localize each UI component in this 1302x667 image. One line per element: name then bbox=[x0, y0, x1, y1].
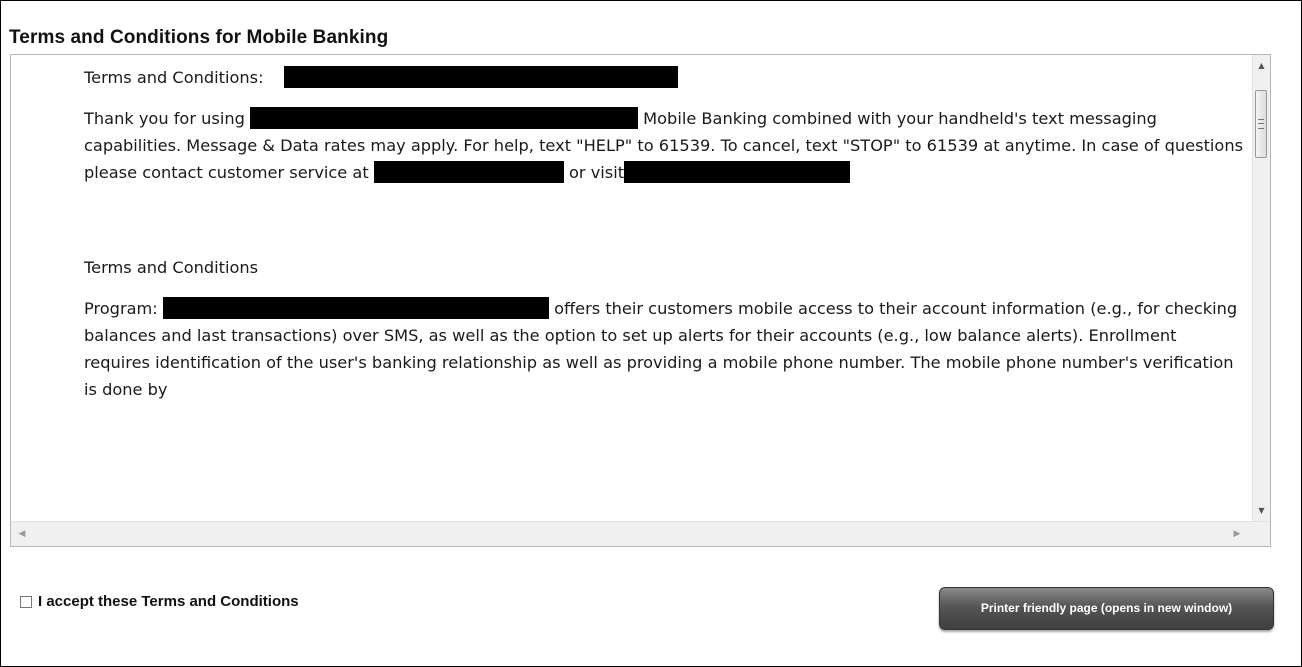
accept-terms-checkbox[interactable] bbox=[20, 595, 32, 608]
terms-content: Terms and Conditions: Thank you for usin… bbox=[11, 55, 1253, 521]
triangle-left-icon[interactable]: ◀ bbox=[15, 526, 29, 542]
terms-heading-prefix: Terms and Conditions: bbox=[84, 68, 264, 87]
vertical-scrollbar[interactable]: ▲ ▼ bbox=[1252, 55, 1270, 521]
triangle-up-icon[interactable]: ▲ bbox=[1253, 57, 1270, 74]
accept-terms-row[interactable]: I accept these Terms and Conditions bbox=[20, 593, 299, 610]
redacted-url bbox=[624, 161, 851, 183]
redacted-bank-name bbox=[284, 66, 679, 88]
terms-program-paragraph: Program: offers their customers mobile a… bbox=[84, 295, 1244, 403]
scroll-thumb[interactable] bbox=[1255, 90, 1267, 158]
program-label: Program: bbox=[84, 299, 158, 318]
terms-intro-paragraph: Thank you for using Mobile Banking combi… bbox=[84, 105, 1244, 186]
printer-friendly-button[interactable]: Printer friendly page (opens in new wind… bbox=[939, 587, 1274, 630]
redacted-bank-name-2 bbox=[250, 107, 639, 129]
terms-heading-line: Terms and Conditions: bbox=[84, 64, 1244, 91]
page-title: Terms and Conditions for Mobile Banking bbox=[9, 27, 389, 48]
intro-text-3: or visit bbox=[563, 163, 625, 182]
terms-text: Terms and Conditions: Thank you for usin… bbox=[84, 64, 1244, 417]
accept-terms-label: I accept these Terms and Conditions bbox=[38, 593, 299, 610]
redacted-bank-name-3 bbox=[162, 297, 549, 319]
redacted-phone bbox=[373, 161, 564, 183]
intro-text-1: Thank you for using bbox=[84, 109, 245, 128]
grip-icon bbox=[1258, 119, 1264, 129]
terms-scroll-box[interactable]: Terms and Conditions: Thank you for usin… bbox=[10, 54, 1271, 547]
horizontal-scrollbar[interactable]: ◀ ▶ bbox=[11, 521, 1270, 546]
triangle-down-icon[interactable]: ▼ bbox=[1253, 502, 1270, 519]
triangle-right-icon[interactable]: ▶ bbox=[1230, 526, 1244, 542]
terms-section-heading: Terms and Conditions bbox=[84, 258, 259, 277]
